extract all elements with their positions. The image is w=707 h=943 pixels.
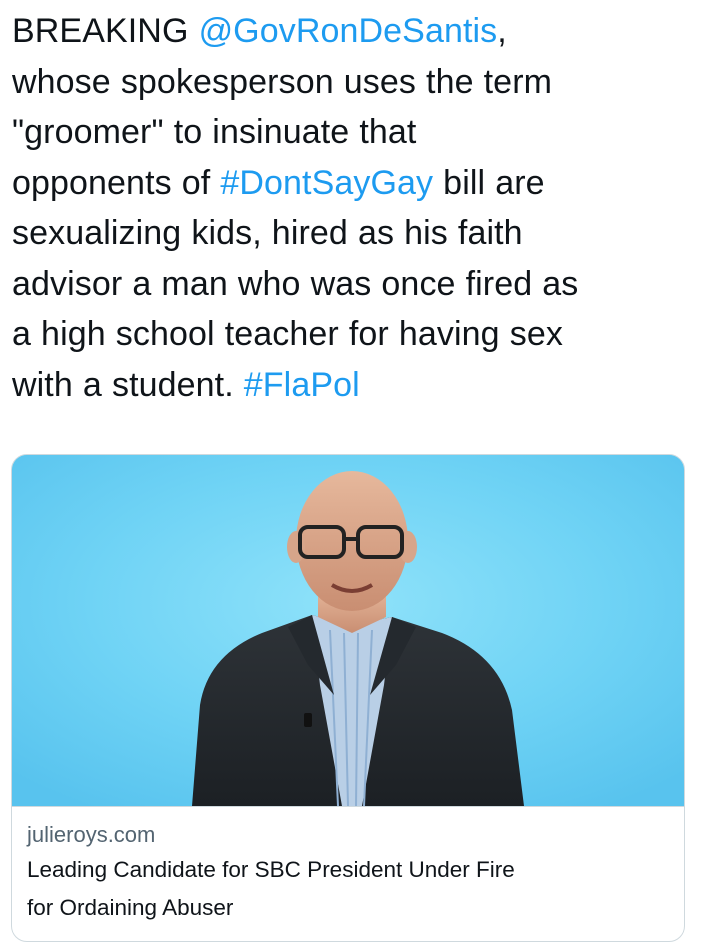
tweet-text-segment: sexualizing kids, hired as his faith (12, 214, 523, 252)
card-image[interactable] (12, 455, 684, 806)
tweet-text-segment: , (497, 12, 507, 50)
mention-govrondesantis[interactable]: @GovRonDeSantis (199, 12, 498, 50)
man-in-suit-portrait-icon (12, 455, 684, 806)
tweet-line-2: whose spokesperson uses the term (12, 57, 692, 108)
tweet-text-segment: bill are (433, 163, 545, 202)
tweet-text: BREAKING @GovRonDeSantis, whose spokespe… (12, 6, 692, 410)
tweet-line-5: sexualizing kids, hired as his faith (12, 208, 692, 259)
card-domain: julieroys.com (27, 822, 156, 847)
hashtag-flapol[interactable]: #FlaPol (244, 366, 360, 404)
tweet-line-1: BREAKING @GovRonDeSantis, (12, 6, 692, 57)
tweet-text-segment: opponents of (12, 163, 221, 202)
tweet-text-segment: BREAKING (12, 12, 199, 50)
link-preview-card[interactable]: julieroys.com Leading Candidate for SBC … (11, 454, 685, 942)
tweet-text-segment: advisor a man who was once fired as (12, 264, 579, 303)
tweet-line-6: advisor a man who was once fired as (12, 259, 692, 310)
tweet-line-8: with a student. #FlaPol (12, 360, 692, 411)
hashtag-dontsaygay[interactable]: #DontSayGay (220, 164, 433, 202)
card-meta[interactable]: julieroys.com Leading Candidate for SBC … (27, 821, 672, 927)
card-divider (12, 806, 684, 807)
tweet-text-segment: a high school teacher for having sex (12, 315, 563, 353)
tweet-line-7: a high school teacher for having sex (12, 309, 692, 360)
tweet-line-3: "groomer" to insinuate that (12, 107, 692, 158)
tweet-text-segment: "groomer" to insinuate that (12, 113, 417, 151)
tweet-text-segment: with a student. (12, 365, 244, 404)
card-title-line: Leading Candidate for SBC President Unde… (27, 857, 515, 882)
tweet-line-4: opponents of #DontSayGay bill are (12, 158, 692, 209)
card-title-line: for Ordaining Abuser (27, 895, 234, 920)
card-title: Leading Candidate for SBC President Unde… (27, 851, 672, 927)
tweet-text-segment: whose spokesperson uses the term (12, 62, 553, 101)
